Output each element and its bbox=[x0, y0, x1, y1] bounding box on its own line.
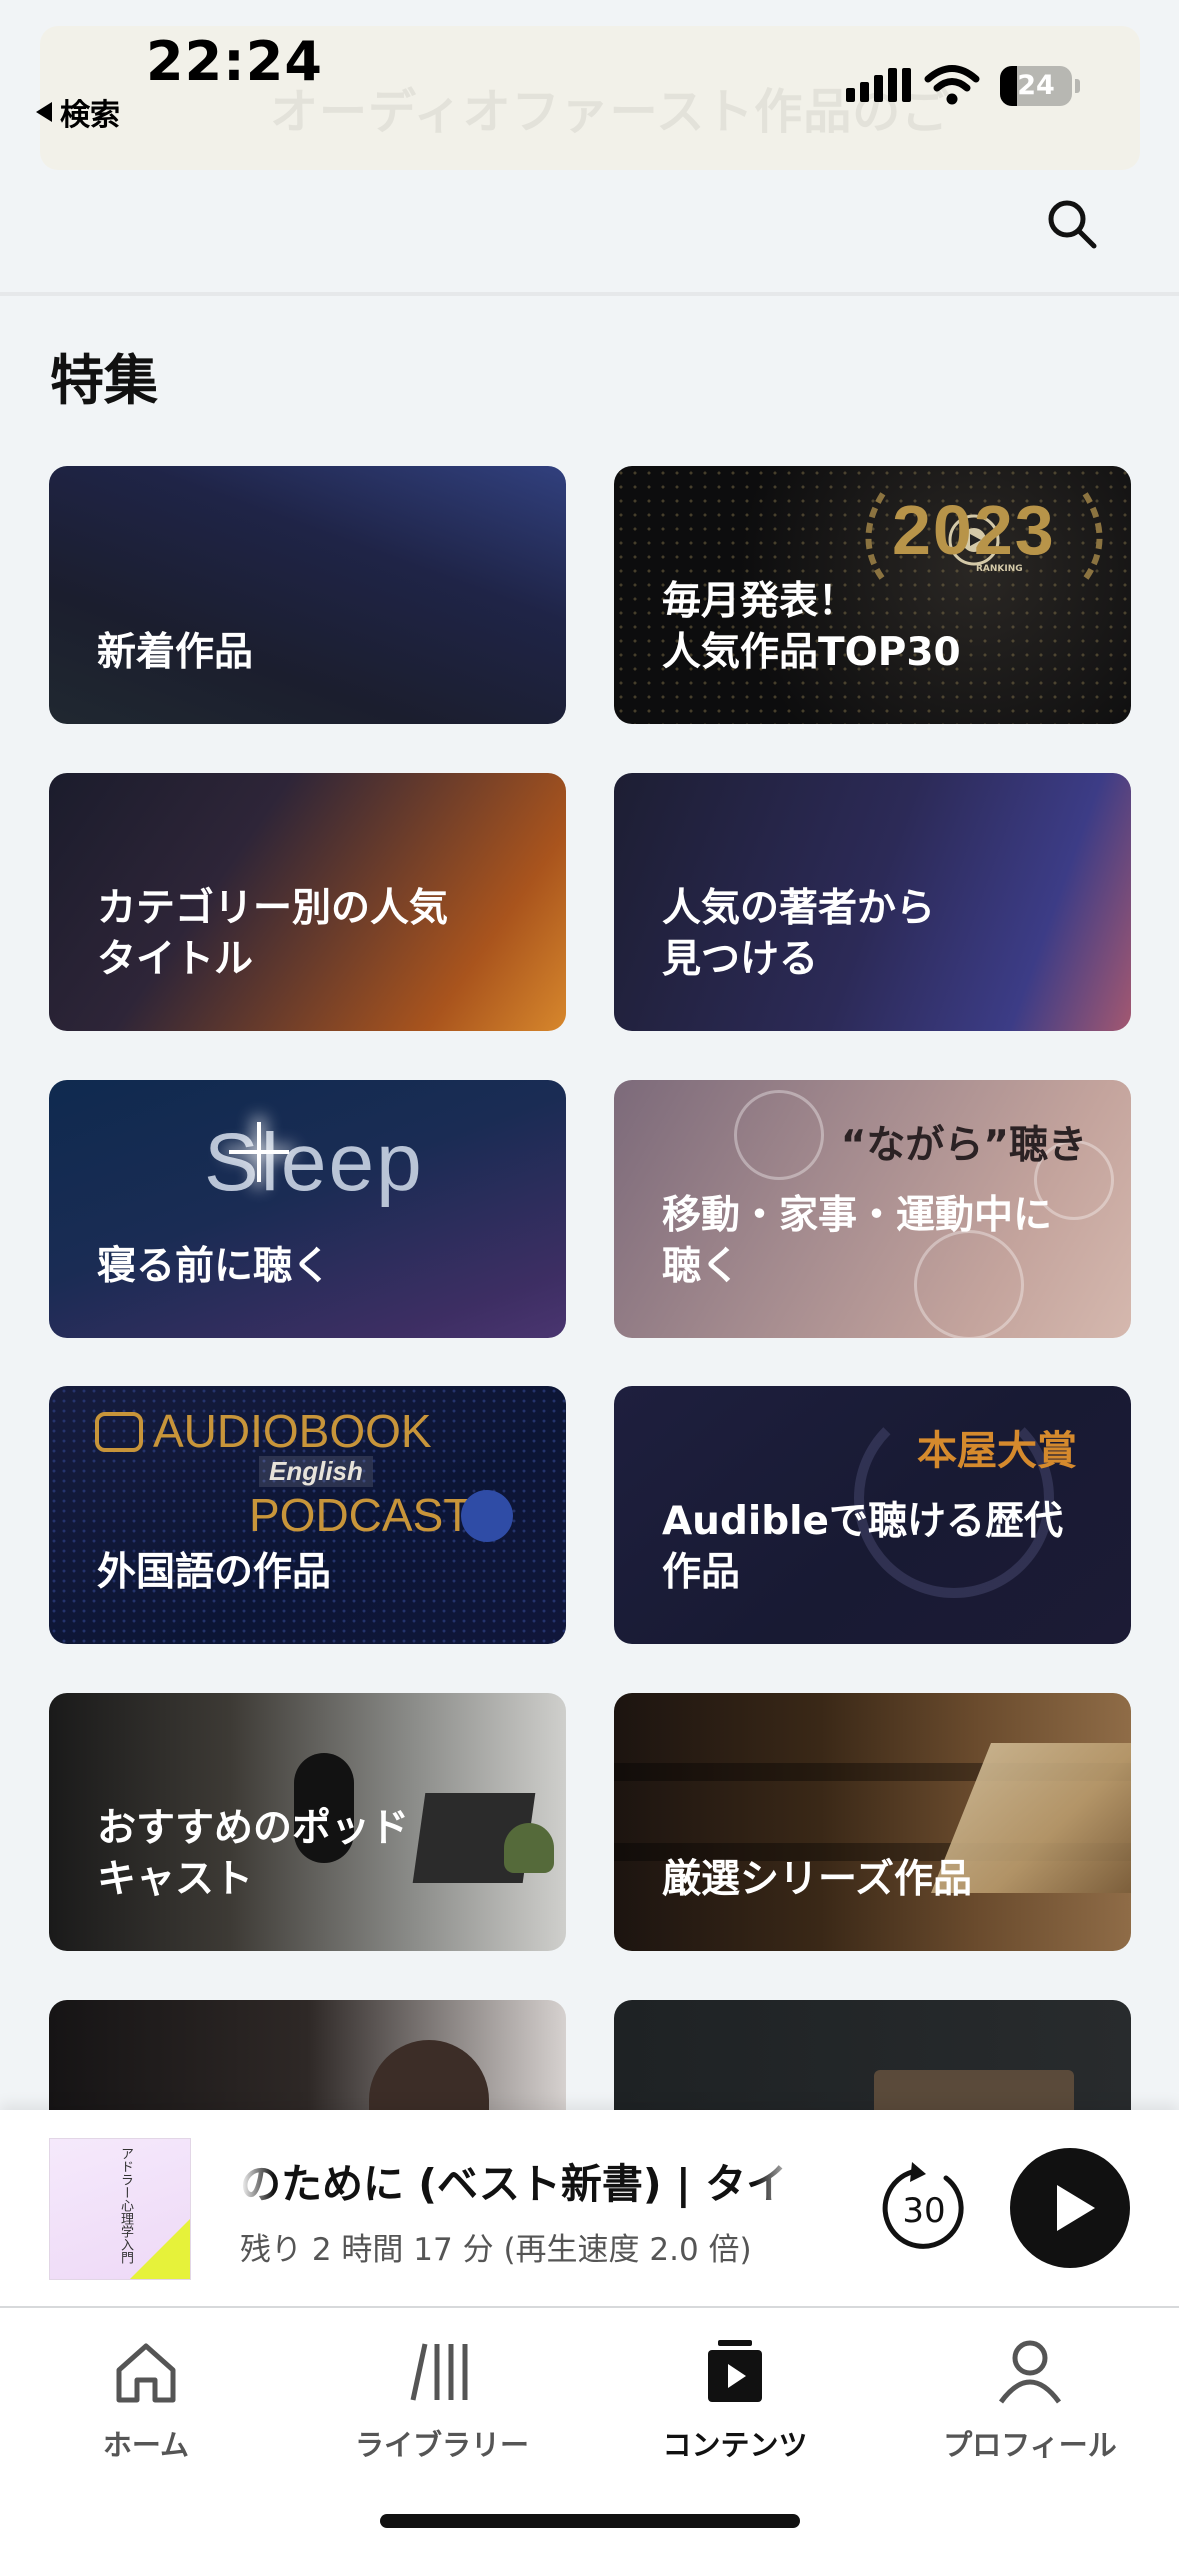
card-category-popular[interactable]: カテゴリー別の人気 タイトル bbox=[49, 773, 566, 1031]
cover-corner-badge bbox=[130, 2219, 190, 2279]
card-label: 寝る前に聴く bbox=[97, 1244, 332, 1289]
mini-player[interactable]: アドラー心理学入門 のために (ベスト新書) | タイト 残り 2 時間 17 … bbox=[0, 2110, 1179, 2306]
card-popular-authors[interactable]: 人気の著者から 見つける bbox=[614, 773, 1131, 1031]
search-icon[interactable] bbox=[1042, 194, 1102, 254]
english-word: English bbox=[259, 1456, 373, 1487]
card-label: カテゴリー別の人気 タイトル bbox=[97, 886, 449, 982]
battery-percent: 24 bbox=[1017, 70, 1055, 101]
cover-title: アドラー心理学入門 bbox=[118, 2147, 133, 2264]
tab-label: コンテンツ bbox=[662, 2428, 808, 2462]
cellular-signal-icon bbox=[846, 68, 911, 102]
tab-library[interactable]: ライブラリー bbox=[312, 2330, 572, 2464]
now-playing-remaining: 残り 2 時間 17 分 (再生速度 2.0 倍) bbox=[240, 2232, 752, 2268]
now-playing-title[interactable]: のために (ベスト新書) | タイト bbox=[240, 2150, 800, 2210]
card-curated-series[interactable]: 厳選シリーズ作品 bbox=[614, 1693, 1131, 1951]
tab-label: ライブラリー bbox=[354, 2428, 529, 2462]
card-label: 人気の著者から 見つける bbox=[662, 886, 936, 982]
skip-back-30-button[interactable]: 30 bbox=[876, 2158, 972, 2258]
wifi-icon bbox=[924, 65, 980, 105]
battery-indicator: 24 bbox=[1000, 66, 1072, 106]
back-arrow-icon bbox=[36, 102, 52, 122]
library-icon bbox=[410, 2343, 468, 2401]
tab-content[interactable]: コンテンツ bbox=[605, 2330, 865, 2464]
home-indicator bbox=[380, 2514, 800, 2528]
card-bookstore-award[interactable]: 本屋大賞 Audibleで聴ける歴代 作品 bbox=[614, 1386, 1131, 1644]
content-icon bbox=[708, 2340, 762, 2402]
tab-home[interactable]: ホーム bbox=[16, 2330, 276, 2464]
battery-tip bbox=[1075, 79, 1080, 93]
status-time: 22:24 bbox=[146, 30, 323, 93]
tab-profile[interactable]: プロフィール bbox=[900, 2330, 1160, 2464]
sparkle-icon bbox=[229, 1150, 289, 1154]
card-label: 移動・家事・運動中に 聴く bbox=[662, 1193, 1053, 1289]
card-while-listening[interactable]: “ながら”聴き 移動・家事・運動中に 聴く bbox=[614, 1080, 1131, 1338]
skip-seconds: 30 bbox=[902, 2191, 945, 2231]
card-label: 新着作品 bbox=[97, 630, 254, 675]
back-link-label: 検索 bbox=[60, 98, 120, 133]
play-icon bbox=[1057, 2185, 1095, 2231]
tab-label: プロフィール bbox=[943, 2428, 1117, 2462]
sleep-image-word: Sleep bbox=[204, 1117, 424, 1208]
card-new-releases[interactable]: 新着作品 bbox=[49, 466, 566, 724]
card-label: 外国語の作品 bbox=[97, 1550, 332, 1595]
card-sleep[interactable]: Sleep 寝る前に聴く bbox=[49, 1080, 566, 1338]
header-divider bbox=[0, 292, 1179, 296]
card-label: 毎月発表！ 人気作品TOP30 bbox=[662, 579, 961, 675]
bulb-icon bbox=[461, 1490, 513, 1542]
card-label: おすすめのポッド キャスト bbox=[97, 1806, 410, 1902]
card-label: 厳選シリーズ作品 bbox=[662, 1857, 973, 1902]
card-label: Audibleで聴ける歴代 作品 bbox=[662, 1499, 1063, 1595]
card-recommended-podcasts[interactable]: おすすめのポッド キャスト bbox=[49, 1693, 566, 1951]
podcast-word: PODCAST bbox=[249, 1489, 472, 1541]
audiobook-icon bbox=[95, 1412, 143, 1452]
award-image-word: 本屋大賞 bbox=[917, 1428, 1077, 1474]
profile-icon bbox=[998, 2340, 1062, 2404]
ranking-subtitle: RANKING bbox=[976, 564, 1023, 574]
play-button[interactable] bbox=[1010, 2148, 1130, 2268]
audiobook-word: AUDIOBOOK bbox=[153, 1405, 432, 1457]
now-playing-cover[interactable]: アドラー心理学入門 bbox=[49, 2138, 191, 2280]
section-title: 特集 bbox=[50, 349, 158, 412]
card-monthly-ranking[interactable]: 2023 RANKING 毎月発表！ 人気作品TOP30 bbox=[614, 466, 1131, 724]
nagara-image-word: “ながら”聴き bbox=[840, 1123, 1087, 1168]
tab-label: ホーム bbox=[102, 2428, 190, 2462]
home-icon bbox=[116, 2343, 176, 2403]
ranking-year: 2023 bbox=[892, 491, 1056, 569]
back-to-search-link[interactable]: 検索 bbox=[36, 90, 120, 134]
card-foreign-language[interactable]: AUDIOBOOK English PODCAST 外国語の作品 bbox=[49, 1386, 566, 1644]
clock-icon bbox=[734, 1090, 824, 1180]
